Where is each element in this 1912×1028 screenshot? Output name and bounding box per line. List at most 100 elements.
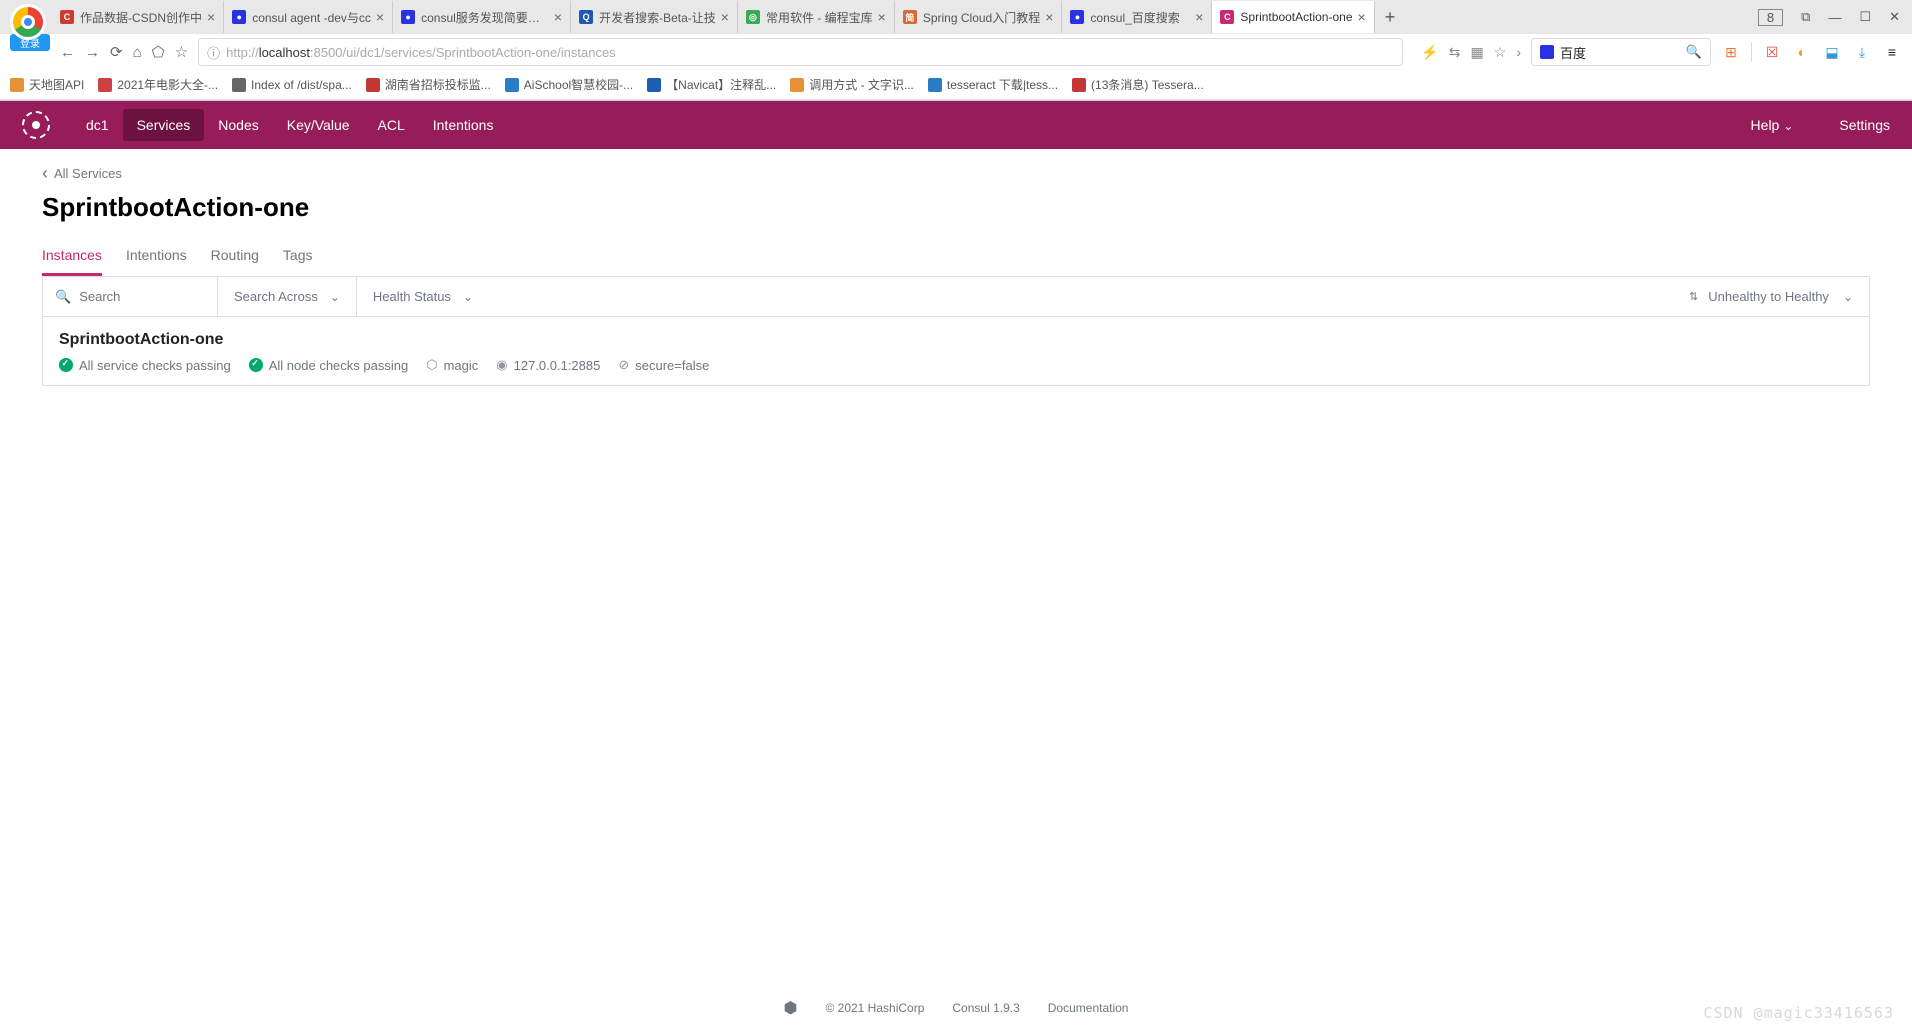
tab-routing[interactable]: Routing (211, 237, 259, 276)
service-checks-status: All service checks passing (59, 358, 231, 373)
bookmark-item[interactable]: Index of /dist/spa... (232, 78, 352, 92)
browser-tab[interactable]: C作品数据-CSDN创作中× (52, 1, 224, 33)
bookmark-label: (13条消息) Tessera... (1091, 76, 1204, 93)
maximize-button[interactable]: ☐ (1859, 9, 1871, 25)
bookmark-favicon (232, 78, 246, 92)
consul-logo-icon[interactable] (22, 111, 50, 139)
favicon: C (60, 10, 74, 24)
close-tab-icon[interactable]: × (207, 9, 215, 25)
sort-button[interactable]: ⇅ Unhealthy to Healthy (1673, 289, 1869, 304)
page-title: SprintbootAction-one (42, 192, 1870, 223)
grid-apps-icon[interactable]: ⊞ (1721, 42, 1741, 62)
nav-services[interactable]: Services (123, 109, 205, 141)
close-tab-icon[interactable]: × (721, 9, 729, 25)
instance-meta: All service checks passing All node chec… (59, 357, 1853, 373)
new-tab-button[interactable]: + (1375, 7, 1406, 28)
copyright: © 2021 HashiCorp (825, 1001, 924, 1015)
tab-count-badge[interactable]: 8 (1758, 9, 1783, 26)
menu-button[interactable]: ≡ (1882, 42, 1902, 62)
flash-icon[interactable]: ⚡ (1421, 44, 1438, 61)
help-menu[interactable]: Help (1737, 109, 1808, 141)
bookmark-favicon (790, 78, 804, 92)
search-input[interactable] (79, 289, 205, 304)
bookmark-item[interactable]: 湖南省招标投标监... (366, 76, 491, 93)
close-tab-icon[interactable]: × (1195, 9, 1203, 25)
browser-tab[interactable]: ● consul_百度搜索 × (1062, 1, 1212, 33)
star-icon[interactable]: ☆ (1494, 44, 1507, 61)
browser-tab[interactable]: Q开发者搜索-Beta-让技× (571, 1, 738, 33)
qr-icon[interactable]: ▦ (1471, 44, 1484, 61)
search-across-filter[interactable]: Search Across (218, 277, 357, 316)
instance-card[interactable]: SprintbootAction-one All service checks … (42, 317, 1870, 386)
reload-button[interactable]: ⟳ (110, 43, 123, 61)
close-tab-icon[interactable]: × (1045, 9, 1053, 25)
breadcrumb[interactable]: All Services (42, 163, 1870, 184)
bookmark-item[interactable]: tesseract 下载|tess... (928, 76, 1058, 93)
chevron-icon[interactable]: › (1516, 44, 1521, 60)
favicon: Q (579, 10, 593, 24)
favicon: ◎ (746, 10, 760, 24)
bookmark-item[interactable]: 2021年电影大全-... (98, 76, 218, 93)
url-protocol: http:// (226, 45, 259, 60)
tab-title: consul_百度搜索 (1090, 9, 1190, 26)
extensions-icon[interactable]: ⧉ (1801, 9, 1810, 25)
browser-tab[interactable]: ◎常用软件 - 编程宝库× (738, 1, 895, 33)
forward-button[interactable]: → (85, 44, 100, 61)
close-tab-icon[interactable]: × (878, 9, 886, 25)
close-window-button[interactable]: ✕ (1889, 9, 1900, 25)
hashicorp-logo-icon: ⬢ (784, 998, 798, 1018)
check-icon (249, 358, 263, 372)
search-box[interactable]: 🔍 (43, 277, 218, 316)
nav-intentions[interactable]: Intentions (419, 109, 508, 141)
tab-bar: C作品数据-CSDN创作中×●consul agent -dev与cc×●con… (0, 0, 1912, 34)
documentation-link[interactable]: Documentation (1048, 1001, 1129, 1015)
nav-acl[interactable]: ACL (364, 109, 419, 141)
bookmark-item[interactable]: 【Navicat】注释乱... (647, 76, 776, 93)
shield-icon[interactable]: ⬠ (152, 43, 165, 61)
tab-intentions[interactable]: Intentions (126, 237, 187, 276)
search-engine-box[interactable]: 百度 🔍 (1531, 38, 1711, 66)
bookmark-favicon (366, 78, 380, 92)
url-input[interactable]: ⓘ http://localhost:8500/ui/dc1/services/… (198, 38, 1403, 66)
back-button[interactable]: ← (60, 44, 75, 61)
bookmark-label: AiSchool智慧校园-... (524, 76, 633, 93)
tab-title: Spring Cloud入门教程 (923, 9, 1040, 26)
bookmark-label: tesseract 下载|tess... (947, 76, 1058, 93)
bookmark-item[interactable]: 调用方式 - 文字识... (790, 76, 914, 93)
browser-tab[interactable]: ●consul agent -dev与cc× (224, 1, 393, 33)
tab-instances[interactable]: Instances (42, 237, 102, 276)
browser-tab[interactable]: CSprintbootAction-one× (1212, 1, 1374, 33)
version: Consul 1.9.3 (952, 1001, 1019, 1015)
bookmark-star-icon[interactable]: ☆ (175, 43, 188, 61)
health-status-filter[interactable]: Health Status (357, 277, 489, 316)
favicon: ● (1070, 10, 1084, 24)
bookmark-item[interactable]: AiSchool智慧校园-... (505, 76, 633, 93)
tab-tags[interactable]: Tags (283, 237, 313, 276)
bookmark-favicon (98, 78, 112, 92)
datacenter-selector[interactable]: dc1 (72, 109, 123, 141)
bookmark-item[interactable]: (13条消息) Tessera... (1072, 76, 1204, 93)
bookmark-label: 2021年电影大全-... (117, 76, 218, 93)
nav-key-value[interactable]: Key/Value (273, 109, 364, 141)
tag-icon: ⊘ (618, 357, 629, 373)
ext-icon-4[interactable]: ⤓ (1852, 42, 1872, 62)
nav-nodes[interactable]: Nodes (204, 109, 272, 141)
minimize-button[interactable]: — (1828, 10, 1841, 25)
chrome-logo: 登录 (10, 4, 50, 44)
favicon: ● (232, 10, 246, 24)
close-tab-icon[interactable]: × (554, 9, 562, 25)
browser-tab[interactable]: 简Spring Cloud入门教程× (895, 1, 1063, 33)
home-button[interactable]: ⌂ (133, 44, 142, 61)
close-tab-icon[interactable]: × (376, 9, 384, 25)
favicon: C (1220, 10, 1234, 24)
close-tab-icon[interactable]: × (1358, 9, 1366, 25)
ext-icon-3[interactable]: ⬓ (1822, 42, 1842, 62)
ext-icon-1[interactable]: ☒ (1762, 42, 1782, 62)
settings-link[interactable]: Settings (1825, 109, 1890, 141)
share-icon[interactable]: ⇆ (1449, 44, 1461, 61)
bookmark-item[interactable]: 天地图API (10, 76, 84, 93)
instance-name: SprintbootAction-one (59, 331, 1853, 349)
bookmark-favicon (1072, 78, 1086, 92)
browser-tab[interactable]: ●consul服务发现简要介绍× (393, 1, 571, 33)
ext-icon-2[interactable]: ◐ (1792, 42, 1812, 62)
